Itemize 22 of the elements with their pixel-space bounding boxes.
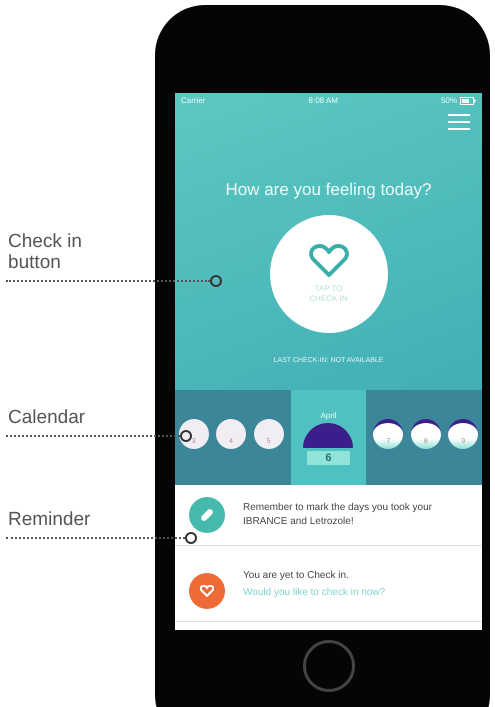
reminder-text: Remember to mark the days you took your IBRANCE and Letrozole! — [243, 500, 433, 529]
check-in-button[interactable]: TAP TO CHECK IN — [270, 215, 388, 333]
pointer-dot-icon — [210, 274, 222, 287]
check-in-link[interactable]: Would you like to check in now? — [243, 586, 386, 598]
calendar-day-today[interactable]: April 6 — [290, 390, 366, 485]
battery-label: 50% — [440, 96, 457, 105]
annotation-label: Check in button — [8, 232, 83, 274]
annotation-label: Calendar — [8, 408, 86, 429]
reminder-text: You are yet to Check in. — [243, 569, 350, 584]
heart-icon — [308, 244, 348, 278]
battery-icon — [460, 96, 476, 104]
home-button[interactable] — [303, 640, 355, 692]
pointer-dot-icon — [180, 430, 192, 442]
status-time: 8:08 AM — [308, 96, 338, 105]
annotation-label: Reminder — [8, 510, 92, 531]
pill-icon — [189, 497, 225, 533]
carrier-label: Carrier — [181, 96, 206, 105]
pointer-dot-icon — [185, 532, 197, 544]
day-number: 6 — [307, 450, 350, 464]
menu-icon[interactable] — [448, 114, 470, 130]
question-heading: How are you feeling today? — [225, 180, 432, 200]
month-label: April — [320, 410, 336, 420]
